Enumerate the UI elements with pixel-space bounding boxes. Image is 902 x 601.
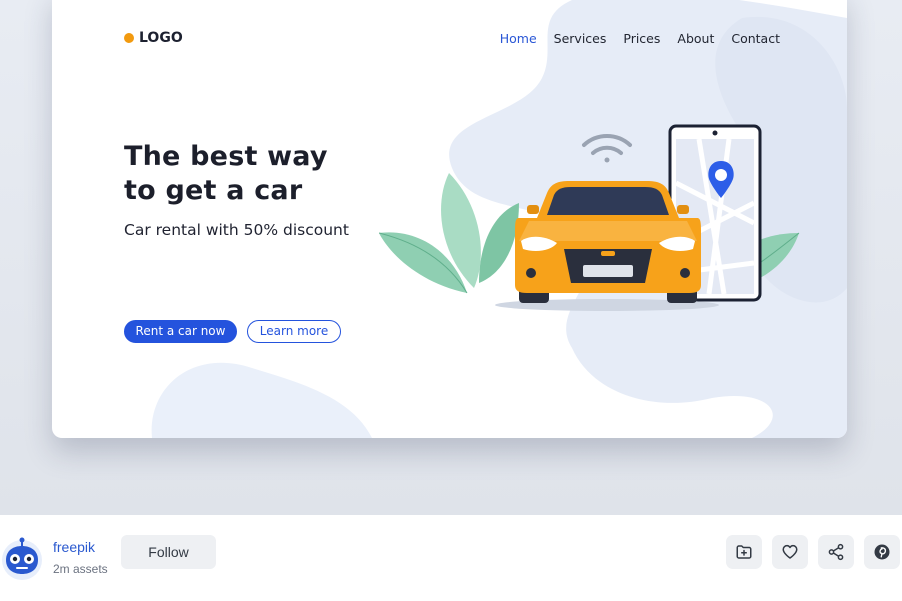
car-rental-illustration xyxy=(379,124,800,311)
robot-avatar-icon[interactable] xyxy=(0,536,44,580)
logo-text: LOGO xyxy=(139,30,183,46)
orange-dot-icon xyxy=(124,33,134,43)
add-folder-icon xyxy=(736,545,752,559)
leaf-icon xyxy=(379,173,519,294)
follow-button[interactable]: Follow xyxy=(121,535,216,569)
pinterest-icon xyxy=(874,544,890,560)
rent-car-button[interactable]: Rent a car now xyxy=(124,320,237,343)
hero-title-line1: The best way xyxy=(124,141,328,172)
heart-icon xyxy=(782,544,798,559)
learn-more-button[interactable]: Learn more xyxy=(247,320,341,343)
nav-home[interactable]: Home xyxy=(500,31,537,46)
share-icon xyxy=(828,543,844,561)
wifi-icon xyxy=(582,134,632,163)
add-to-collection-button[interactable] xyxy=(726,535,762,569)
brand-logo[interactable]: LOGO xyxy=(124,30,183,46)
image-preview-area: LOGO Home Services Prices About Contact … xyxy=(0,0,902,515)
author-name-link[interactable]: freepik xyxy=(53,539,95,555)
author-assets-count: 2m assets xyxy=(53,562,108,576)
hero-title: The best way to get a car xyxy=(124,140,328,208)
hero-subtitle: Car rental with 50% discount xyxy=(124,221,349,239)
nav-about[interactable]: About xyxy=(677,31,714,46)
nav-contact[interactable]: Contact xyxy=(731,31,780,46)
main-nav: Home Services Prices About Contact xyxy=(500,31,780,46)
pinterest-button[interactable] xyxy=(864,535,900,569)
landing-page-mockup[interactable]: LOGO Home Services Prices About Contact … xyxy=(52,0,847,438)
hero-title-line2: to get a car xyxy=(124,175,303,206)
nav-prices[interactable]: Prices xyxy=(623,31,660,46)
like-button[interactable] xyxy=(772,535,808,569)
nav-services[interactable]: Services xyxy=(554,31,607,46)
share-button[interactable] xyxy=(818,535,854,569)
